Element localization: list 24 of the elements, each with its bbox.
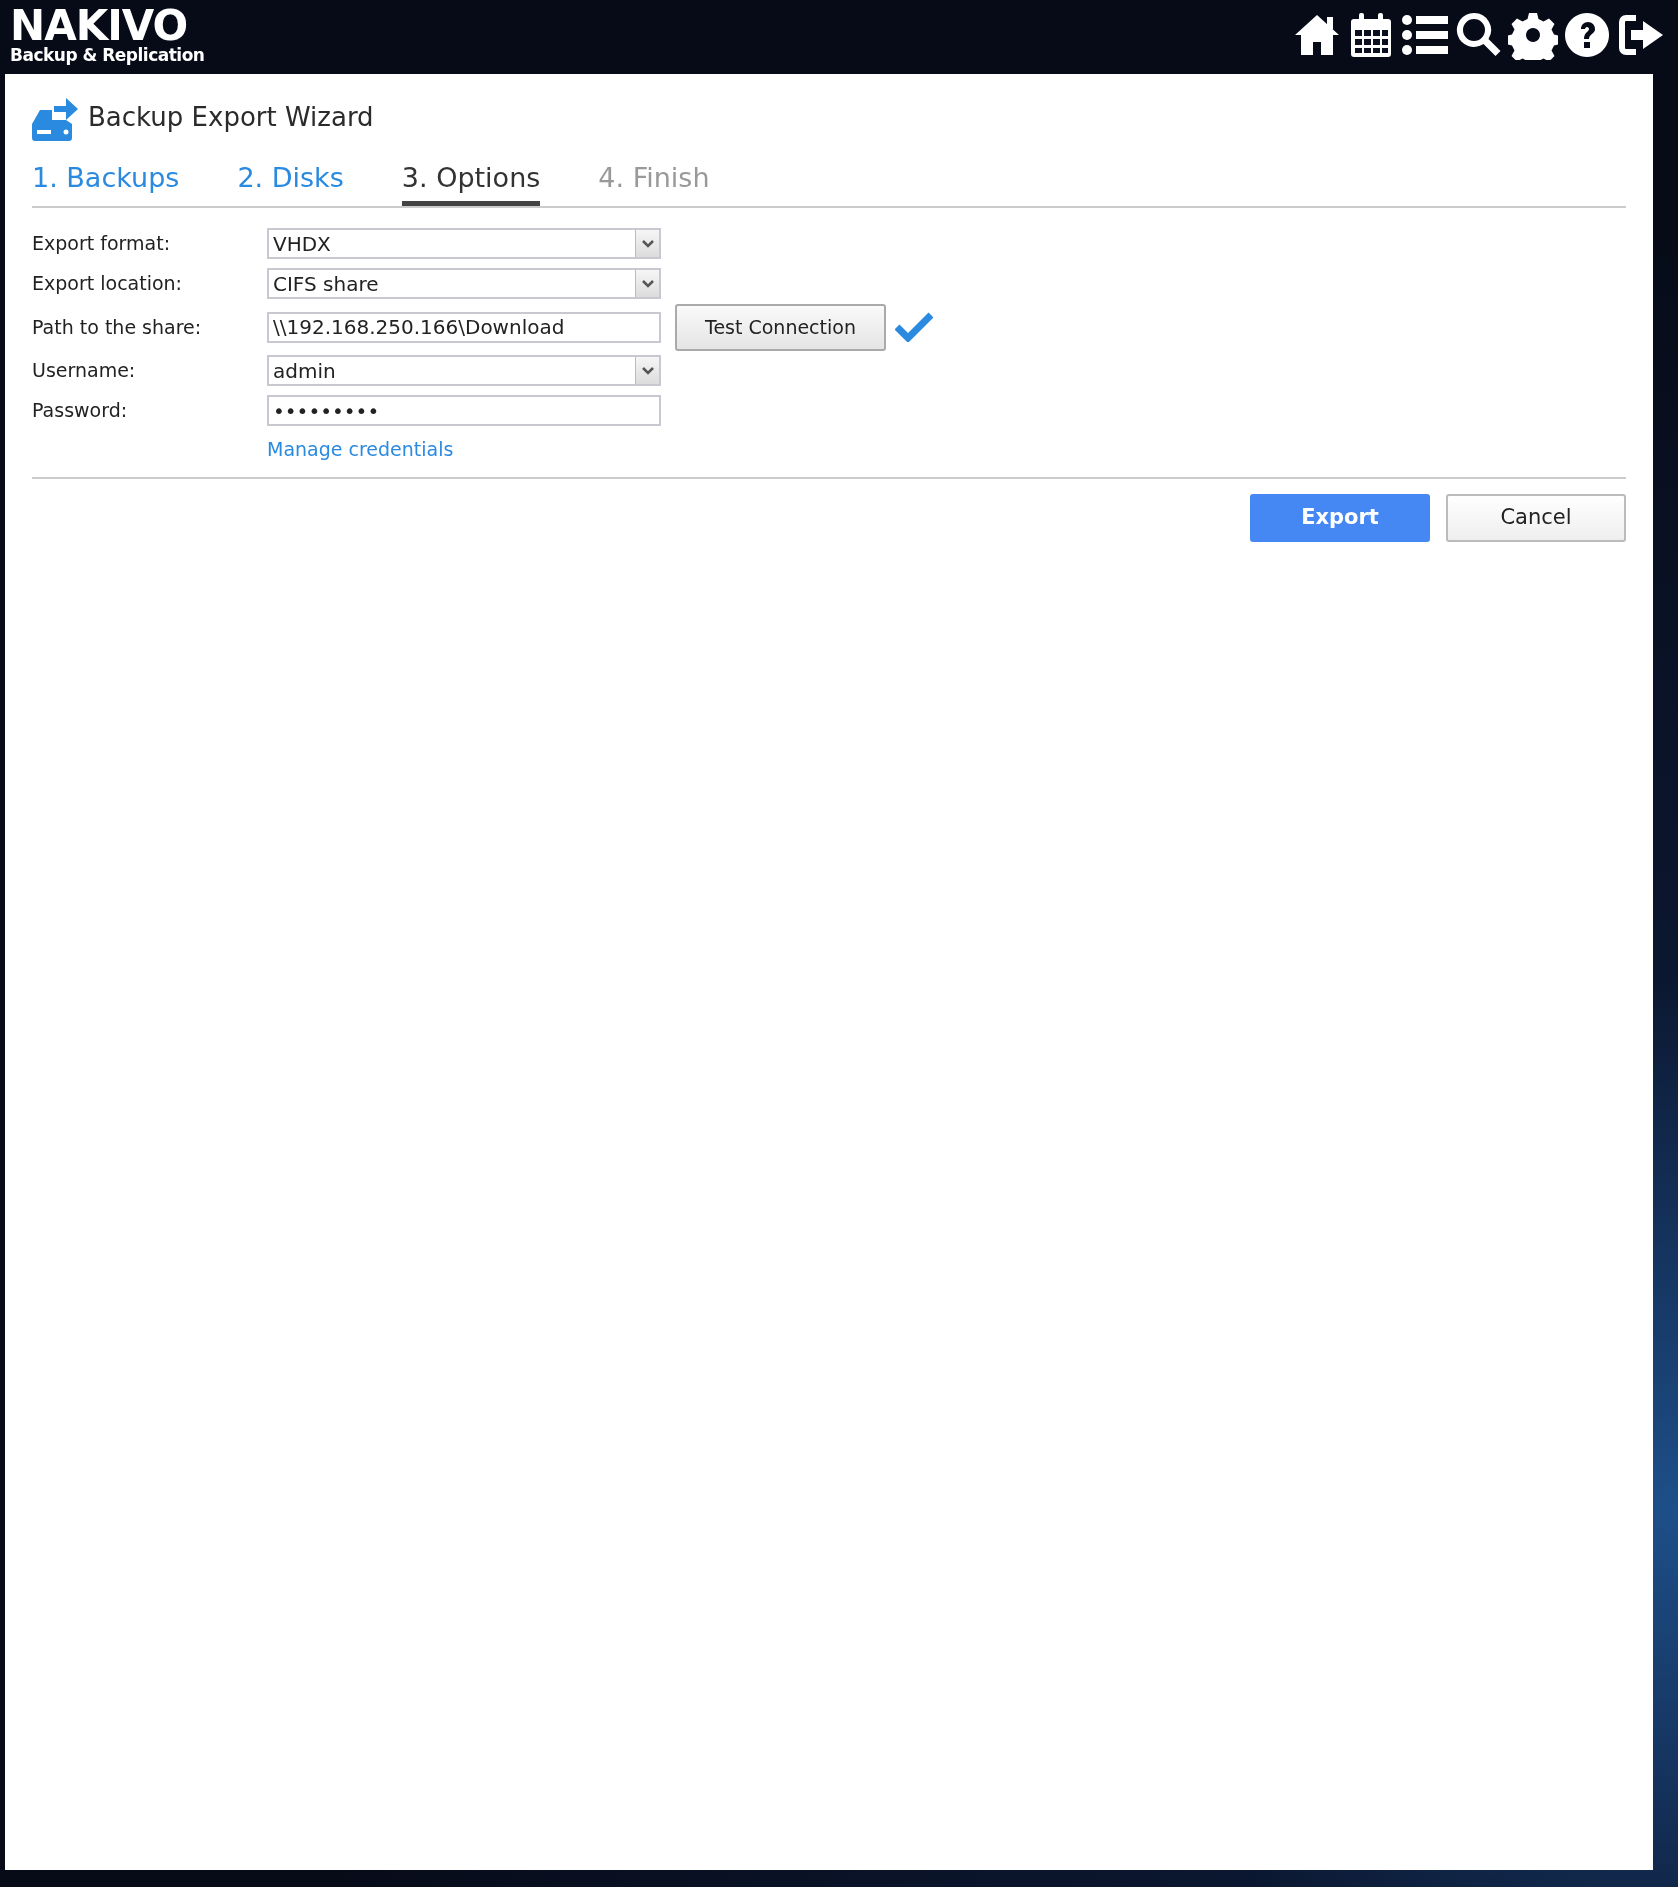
logo-text: NAKIVO: [10, 6, 188, 46]
test-connection-button[interactable]: Test Connection: [675, 303, 886, 351]
field-label: Path to the share:: [32, 314, 203, 340]
cancel-button[interactable]: Cancel: [1446, 494, 1626, 542]
wizard-step-tab[interactable]: 2. Disks: [237, 158, 344, 206]
dropdown-field[interactable]: VHDX: [267, 228, 661, 259]
logo-tagline: Backup & Replication: [10, 46, 205, 64]
password-field[interactable]: •••••••••: [267, 395, 661, 426]
field-label: Export format:: [32, 231, 172, 257]
dropdown-field[interactable]: CIFS share: [267, 268, 661, 299]
help-icon[interactable]: [1562, 10, 1612, 60]
caret-icon: [641, 366, 654, 375]
caret-icon: [641, 239, 654, 248]
caret-icon: [641, 279, 654, 288]
field-label: Export location:: [32, 271, 184, 297]
input-field[interactable]: \\192.168.250.166\Download: [267, 311, 661, 343]
dropdown-field[interactable]: admin: [267, 355, 661, 386]
wizard-title: Backup Export Wizard: [88, 100, 374, 134]
manage-credentials-link[interactable]: Manage credentials: [267, 434, 454, 463]
wizard-step-tab[interactable]: 3. Options: [401, 158, 541, 206]
wizard-step-tab[interactable]: 1. Backups: [32, 158, 180, 206]
field-label: Password:: [32, 398, 129, 424]
field-label: Username:: [32, 358, 137, 384]
settings-icon[interactable]: [1508, 10, 1558, 60]
